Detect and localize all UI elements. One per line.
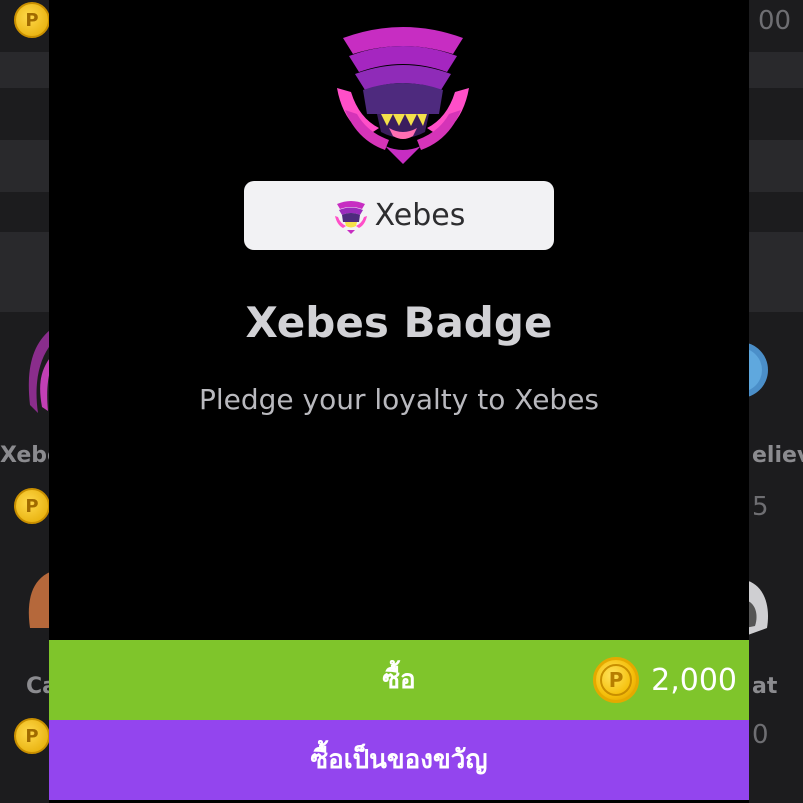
badge-chip: Xebes: [244, 181, 554, 250]
badge-purchase-modal: Xebes Xebes Badge Pledge your loyalty to…: [49, 0, 749, 803]
background-item-name: at: [752, 674, 778, 699]
xebes-creature-icon: [337, 27, 469, 164]
badge-title: Xebes Badge: [245, 298, 553, 347]
background-item-name: elieve: [752, 443, 803, 468]
background-price: 0: [752, 720, 769, 750]
coin-icon: P: [14, 488, 50, 524]
background-badge-icon: [28, 330, 52, 413]
background-avatar-icon: [28, 572, 52, 628]
buy-button[interactable]: ซื้อ P 2,000: [49, 640, 749, 720]
coin-icon: P: [593, 657, 640, 703]
badge-chip-label: Xebes: [374, 198, 466, 233]
xebes-creature-icon: [334, 200, 367, 234]
background-price: 5: [752, 492, 769, 522]
background-avatar-icon: [745, 580, 769, 636]
coin-icon: P: [14, 718, 50, 754]
badge-description: Pledge your loyalty to Xebes: [198, 383, 600, 416]
coin-symbol: P: [600, 664, 633, 696]
price-value: 2,000: [651, 662, 737, 698]
coin-icon: P: [14, 2, 50, 38]
gift-button[interactable]: ซื้อเป็นของขวัญ: [49, 720, 749, 800]
price-tag: P 2,000: [593, 656, 737, 704]
background-price: 00: [758, 6, 792, 36]
